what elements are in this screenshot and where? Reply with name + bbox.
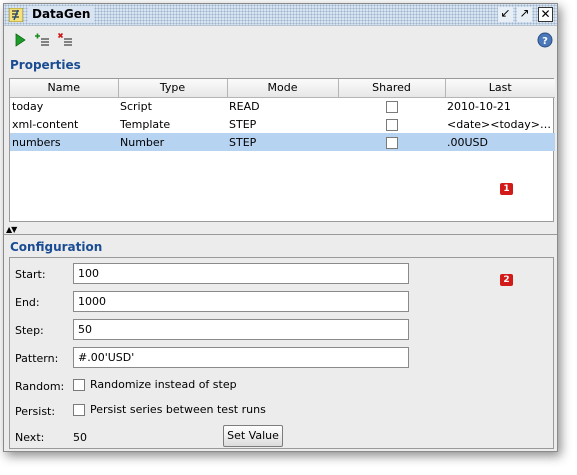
shared-checkbox[interactable] <box>385 118 398 131</box>
help-icon[interactable]: ? <box>537 32 553 48</box>
randomize-checkbox-label: Randomize instead of step <box>90 378 237 391</box>
cell-name: today <box>12 99 44 113</box>
remove-property-icon[interactable] <box>57 32 73 48</box>
next-label: Next: <box>15 431 45 444</box>
pattern-field[interactable]: #.00'USD' <box>73 347 409 368</box>
properties-table: Name Type Mode Shared Last today Script … <box>9 78 555 222</box>
title-bar[interactable]: DataGen ↙ ↗ ✕ <box>4 4 557 26</box>
add-property-icon[interactable] <box>34 32 50 48</box>
randomize-checkbox[interactable] <box>73 379 85 391</box>
step-label: Step: <box>15 324 44 337</box>
window-title: DataGen <box>28 6 95 23</box>
next-value: 50 <box>73 431 87 444</box>
column-header-mode[interactable]: Mode <box>227 79 339 98</box>
callout-marker-1: 1 <box>500 183 513 195</box>
cell-shared <box>338 97 445 115</box>
splitter-arrows-icon[interactable]: ▲▼ <box>6 225 17 234</box>
set-value-button[interactable]: Set Value <box>223 425 283 447</box>
cell-name: numbers <box>10 133 118 151</box>
column-header-last[interactable]: Last <box>445 79 555 98</box>
cell-last: <date><today>2... <box>447 117 555 131</box>
persist-option[interactable]: Persist series between test runs <box>73 403 266 416</box>
datagen-icon <box>9 8 23 22</box>
callout-marker-2: 2 <box>500 274 513 286</box>
cell-mode: READ <box>229 99 260 113</box>
column-header-type[interactable]: Type <box>118 79 228 98</box>
end-field[interactable]: 1000 <box>73 291 409 312</box>
pattern-label: Pattern: <box>15 352 59 365</box>
splitter[interactable]: ▲▼ <box>4 225 557 235</box>
properties-header: Properties <box>10 58 81 72</box>
persist-label: Persist: <box>15 405 56 418</box>
cell-last: .00USD <box>445 133 555 151</box>
svg-text:?: ? <box>542 36 548 47</box>
close-icon: ✕ <box>540 7 551 21</box>
maximize-icon: ↗ <box>519 6 530 20</box>
start-label: Start: <box>15 268 46 281</box>
table-row[interactable]: today Script READ 2010-10-21 <box>10 97 555 115</box>
configuration-header: Configuration <box>10 240 103 254</box>
toolbar: ? <box>4 27 557 53</box>
cell-mode: STEP <box>227 133 338 151</box>
cell-shared <box>338 115 445 133</box>
cell-name: xml-content <box>12 117 79 131</box>
run-icon[interactable] <box>12 32 28 48</box>
cell-type: Script <box>120 99 152 113</box>
maximize-button[interactable]: ↗ <box>517 7 532 22</box>
cell-type: Template <box>120 117 171 131</box>
cell-last: 2010-10-21 <box>447 99 511 113</box>
table-row[interactable]: xml-content Template STEP <date><today>2… <box>10 115 555 133</box>
cell-type: Number <box>118 133 227 151</box>
datagen-window: DataGen ↙ ↗ ✕ ? Properties Name Type Mod… <box>3 3 558 452</box>
randomize-option[interactable]: Randomize instead of step <box>73 378 237 391</box>
minimize-button[interactable]: ↙ <box>498 7 513 22</box>
persist-checkbox[interactable] <box>73 404 85 416</box>
table-row-selected[interactable]: numbers Number STEP .00USD <box>10 133 555 151</box>
cell-mode: STEP <box>229 117 257 131</box>
close-button[interactable]: ✕ <box>538 7 553 22</box>
shared-checkbox[interactable] <box>385 136 398 149</box>
start-field[interactable]: 100 <box>73 263 409 284</box>
cell-shared <box>338 133 445 151</box>
shared-checkbox[interactable] <box>385 100 398 113</box>
random-label: Random: <box>15 380 65 393</box>
end-label: End: <box>15 296 40 309</box>
step-field[interactable]: 50 <box>73 319 409 340</box>
table-header-row: Name Type Mode Shared Last <box>10 79 555 98</box>
column-header-name[interactable]: Name <box>10 79 119 98</box>
persist-checkbox-label: Persist series between test runs <box>90 403 266 416</box>
minimize-icon: ↙ <box>500 6 511 20</box>
column-header-shared[interactable]: Shared <box>338 79 446 98</box>
